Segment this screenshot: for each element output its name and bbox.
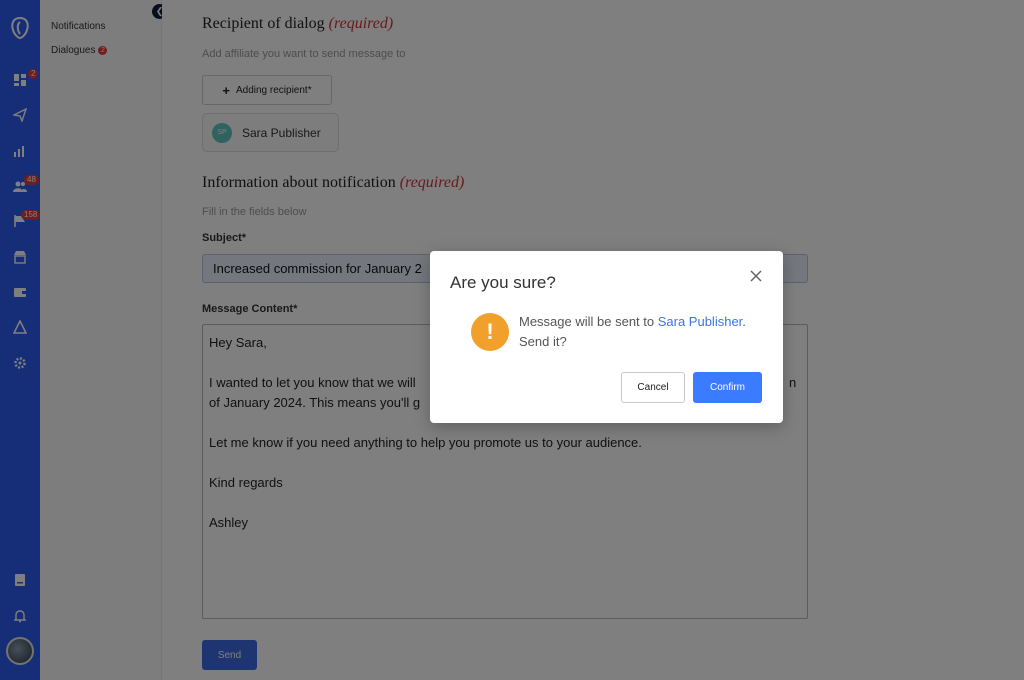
close-icon[interactable] bbox=[749, 269, 763, 283]
dialog-message: Message will be sent to Sara Publisher. … bbox=[519, 312, 759, 352]
warning-icon: ! bbox=[471, 313, 509, 351]
confirm-dialog: Are you sure? ! Message will be sent to … bbox=[430, 251, 783, 423]
dialog-title: Are you sure? bbox=[450, 273, 556, 292]
confirm-button[interactable]: Confirm bbox=[693, 372, 762, 403]
dialog-message-prefix: Message will be sent to bbox=[519, 314, 658, 329]
recipient-link[interactable]: Sara Publisher bbox=[658, 314, 743, 329]
cancel-button[interactable]: Cancel bbox=[621, 372, 685, 403]
